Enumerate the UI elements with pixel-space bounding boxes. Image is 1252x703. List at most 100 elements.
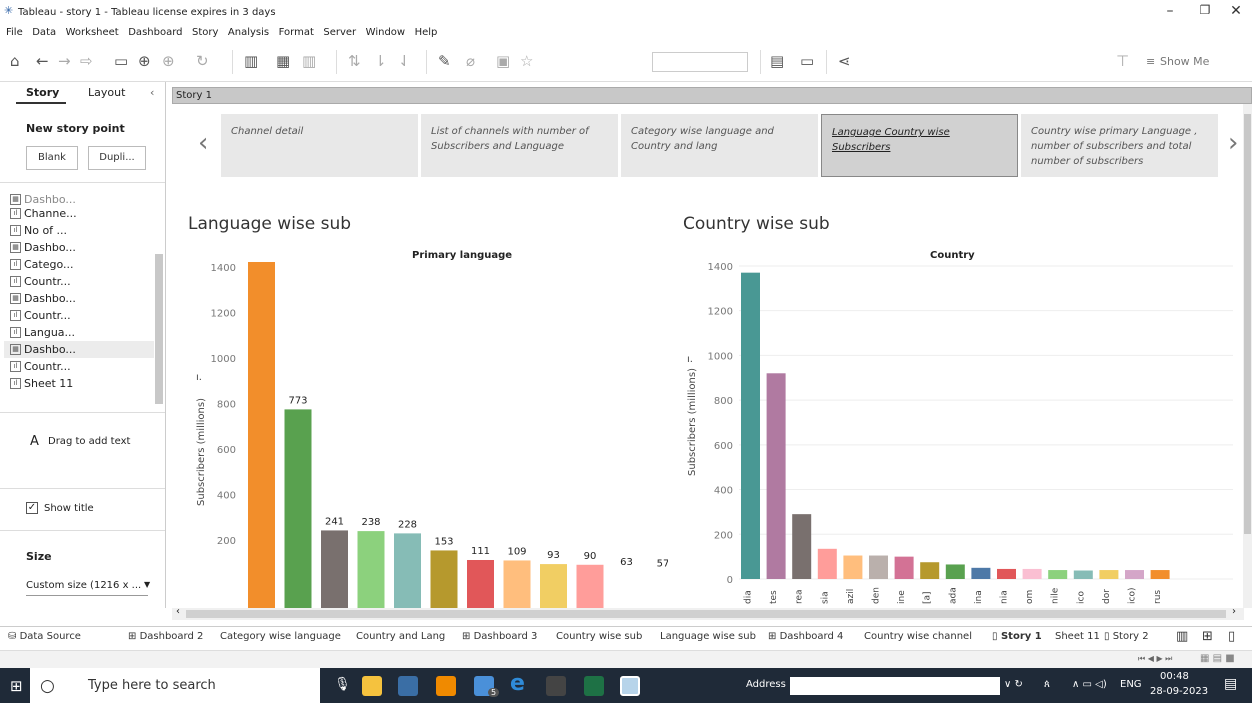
vertical-scrollbar[interactable] (1243, 104, 1252, 608)
new-worksheet-tab-icon[interactable]: ▥ (1176, 629, 1188, 644)
share-icon[interactable]: ⋖ (838, 52, 851, 70)
presentation-icon[interactable]: ▭ (800, 52, 814, 70)
excel-icon[interactable] (584, 676, 604, 696)
tab-layout[interactable]: Layout (88, 86, 125, 99)
tab-country-wise-channel[interactable]: Country wise channel (864, 631, 972, 642)
tab-story-1[interactable]: ▯ Story 1 (992, 631, 1042, 642)
tab-story[interactable]: Story (26, 86, 59, 99)
clear-sheet-icon[interactable]: ▥ (302, 52, 316, 70)
menu-worksheet[interactable]: Worksheet (66, 27, 119, 38)
story-point-5[interactable]: Country wise primary Language , number o… (1021, 114, 1218, 177)
show-me-icon[interactable]: ≡ (1146, 55, 1155, 68)
tab-language-wise-sub[interactable]: Language wise sub (660, 631, 756, 642)
clock-time[interactable]: 00:48 (1160, 671, 1189, 682)
sheet-item[interactable]: ıl Langua... (10, 324, 154, 341)
new-dashboard-tab-icon[interactable]: ⊞ (1202, 629, 1213, 644)
duplicate-button[interactable]: Dupli... (88, 146, 146, 170)
chevron-down-icon[interactable]: ▼ (144, 580, 150, 589)
size-dropdown[interactable]: Custom size (1216 x ... (26, 580, 141, 591)
refresh-icon[interactable]: ↻ (196, 52, 209, 70)
close-icon[interactable]: ✕ (1226, 3, 1246, 19)
highlight-icon[interactable]: ✎ (438, 52, 451, 70)
restore-icon[interactable]: ❐ (1195, 3, 1215, 17)
undo-icon[interactable]: ⇨ (80, 52, 93, 70)
new-worksheet-icon[interactable]: ▥ (244, 52, 258, 70)
collapse-panel-icon[interactable]: ‹ (150, 86, 154, 99)
blank-button[interactable]: Blank (26, 146, 78, 170)
save-icon[interactable]: ▭ (114, 52, 128, 70)
story-point-2[interactable]: List of channels with number of Subscrib… (421, 114, 618, 177)
story-title-bar[interactable]: Story 1 (172, 87, 1252, 104)
file-explorer-icon[interactable] (362, 676, 382, 696)
story-point-1[interactable]: Channel detail (221, 114, 418, 177)
taskbar-search-input[interactable]: Type here to search (30, 668, 320, 703)
story-next-arrow-icon[interactable]: › (1228, 128, 1238, 158)
horizontal-scrollbar[interactable]: ‹ › (172, 606, 1244, 620)
show-me-button[interactable]: Show Me (1160, 55, 1209, 68)
view-mode-icons[interactable]: ▦ ▤ ■ (1200, 653, 1235, 664)
people-icon[interactable]: ጰ (1044, 679, 1050, 690)
tab-sheet-11[interactable]: Sheet 11 (1055, 631, 1100, 642)
duplicate-sheet-icon[interactable]: ▦ (276, 52, 290, 70)
tab-dashboard-4[interactable]: ⊞ Dashboard 4 (768, 631, 843, 642)
address-input[interactable] (790, 677, 1000, 695)
edge-icon[interactable]: e (510, 671, 525, 696)
app-icon[interactable] (546, 676, 566, 696)
show-cards-icon[interactable]: ▤ (770, 52, 784, 70)
minimize-icon[interactable]: – (1160, 3, 1180, 19)
menu-file[interactable]: File (6, 27, 23, 38)
new-datasource-icon[interactable]: ⊕ (138, 52, 151, 70)
sheet-item[interactable]: ▦ Dashbo... (10, 239, 154, 256)
tab-country-wise-sub[interactable]: Country wise sub (556, 631, 642, 642)
datasource-dropdown-icon[interactable]: ⊕ (162, 52, 175, 70)
tab-data-source[interactable]: ⛁ Data Source (8, 631, 81, 642)
tab-story-2[interactable]: ▯ Story 2 (1104, 631, 1149, 642)
sort-asc-icon[interactable]: ⇂ (374, 52, 387, 70)
drag-to-add-text[interactable]: Drag to add text (48, 436, 130, 447)
sheet-item[interactable]: ▦ Dashbo... (10, 290, 154, 307)
store-icon[interactable] (398, 676, 418, 696)
menu-window[interactable]: Window (366, 27, 405, 38)
microphone-icon[interactable]: 🎙 (334, 677, 351, 692)
story-point-4-active[interactable]: Language Country wise Subscribers (821, 114, 1018, 177)
tab-navigation-icons[interactable]: ⏮ ◀ ▶ ⏭ (1138, 654, 1172, 664)
menu-server[interactable]: Server (323, 27, 356, 38)
language-indicator[interactable]: ENG (1120, 679, 1142, 690)
fit-dropdown[interactable] (652, 52, 748, 72)
tab-dashboard-2[interactable]: ⊞ Dashboard 2 (128, 631, 203, 642)
sheet-item[interactable]: ıl Countr... (10, 307, 154, 324)
address-dropdown-icon[interactable]: ∨ ↻ (1004, 679, 1023, 690)
story-point-3[interactable]: Category wise language and Country and l… (621, 114, 818, 177)
new-story-tab-icon[interactable]: ▯ (1228, 629, 1235, 644)
sheet-item[interactable]: ıl Sheet 11 (10, 375, 154, 392)
clock-date[interactable]: 28-09-2023 (1150, 686, 1208, 697)
windows-start-icon[interactable]: ⊞ (10, 677, 23, 695)
sheet-item[interactable]: ıl Countr... (10, 273, 154, 290)
sort-desc-icon[interactable]: ⇃ (398, 52, 411, 70)
tab-country-and-lang[interactable]: Country and Lang (356, 631, 445, 642)
sheet-item[interactable]: ıl No of ... (10, 222, 154, 239)
menu-data[interactable]: Data (32, 27, 56, 38)
tableau-taskbar-icon[interactable] (620, 676, 640, 696)
story-prev-arrow-icon[interactable]: ‹ (198, 128, 208, 158)
tab-category-wise-language[interactable]: Category wise language (220, 631, 341, 642)
sheet-item[interactable]: ıl Channe... (10, 205, 154, 222)
show-title-checkbox[interactable]: ✓ (26, 502, 38, 514)
menu-format[interactable]: Format (279, 27, 314, 38)
pin-icon[interactable]: ⊤ (1116, 52, 1129, 70)
swap-icon[interactable]: ⇅ (348, 52, 361, 70)
menu-help[interactable]: Help (415, 27, 438, 38)
pin-icon[interactable]: ☆ (520, 52, 533, 70)
menu-analysis[interactable]: Analysis (228, 27, 269, 38)
sheet-list-scrollbar[interactable] (155, 254, 163, 404)
tray-icons[interactable]: ∧ ▭ ◁) (1072, 679, 1107, 690)
notification-icon[interactable]: ▤ (1224, 676, 1237, 692)
menu-story[interactable]: Story (192, 27, 218, 38)
sheet-item[interactable]: ıl Catego... (10, 256, 154, 273)
forward-icon[interactable]: → (58, 52, 71, 70)
sheet-item[interactable]: ıl Countr... (10, 358, 154, 375)
group-icon[interactable]: ⌀ (466, 52, 475, 70)
tab-dashboard-3[interactable]: ⊞ Dashboard 3 (462, 631, 537, 642)
home-icon[interactable]: ⌂ (10, 52, 20, 70)
back-icon[interactable]: ← (36, 52, 49, 70)
